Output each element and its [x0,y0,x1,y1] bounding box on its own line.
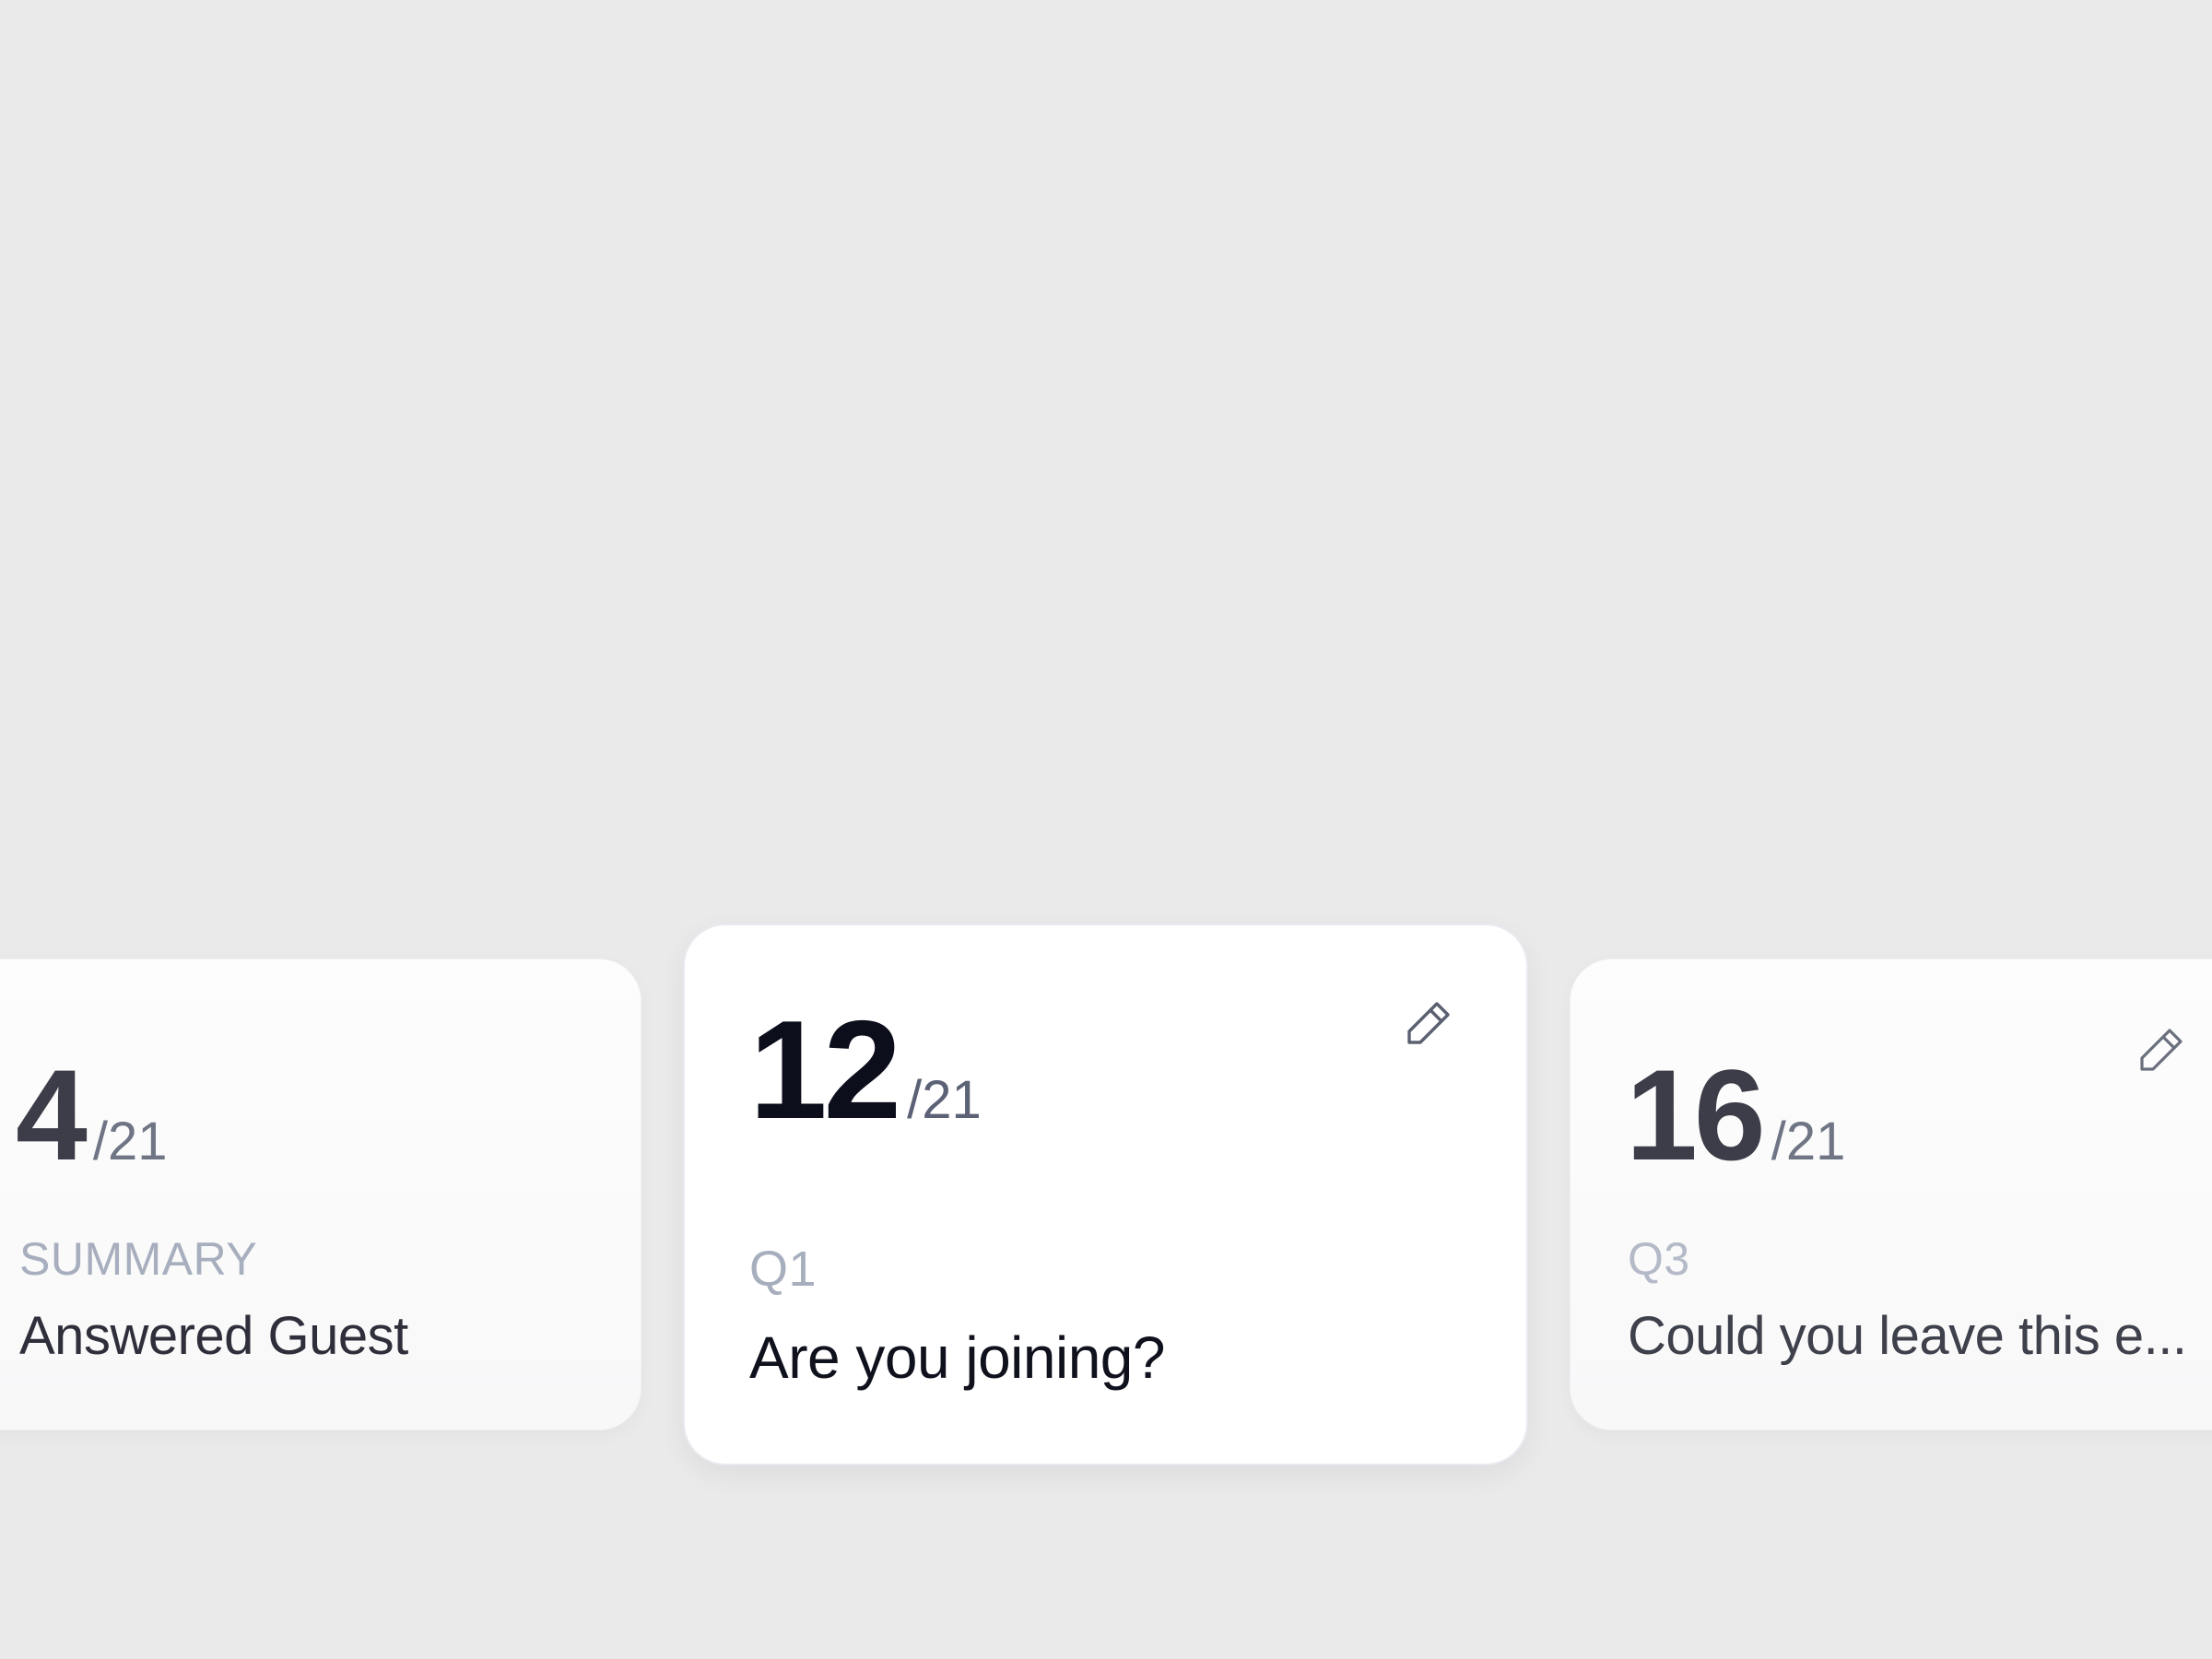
card-text: Are you joining? [749,1324,1165,1391]
card-label: SUMMARY [19,1233,258,1285]
question-card-q1[interactable]: 12 /21 Q1 Are you joining? [683,924,1528,1465]
count-value: 12 [749,992,901,1148]
pencil-icon [2140,1029,2183,1071]
card-text: Answered Guest [19,1306,408,1366]
count-value: 4 [16,1042,88,1187]
card-label: Q1 [749,1241,818,1297]
edit-button[interactable] [2131,1020,2195,1085]
summary-card[interactable]: 4 /21 SUMMARY Answered Guest [0,959,641,1430]
count-total: /21 [907,1070,982,1130]
count-total: /21 [92,1112,168,1171]
question-card-q3[interactable]: 16 /21 Q3 Could you leave this e... [1570,959,2212,1430]
count-value: 16 [1626,1042,1766,1187]
answered-count: 12 /21 [749,990,982,1151]
card-text: Could you leave this e... [1628,1306,2187,1366]
edit-button[interactable] [1398,994,1463,1058]
answered-count: 4 /21 [16,1041,168,1190]
card-label: Q3 [1628,1233,1690,1285]
pencil-icon [1407,1002,1450,1044]
count-total: /21 [1771,1112,1846,1171]
answered-count: 16 /21 [1626,1041,1845,1190]
